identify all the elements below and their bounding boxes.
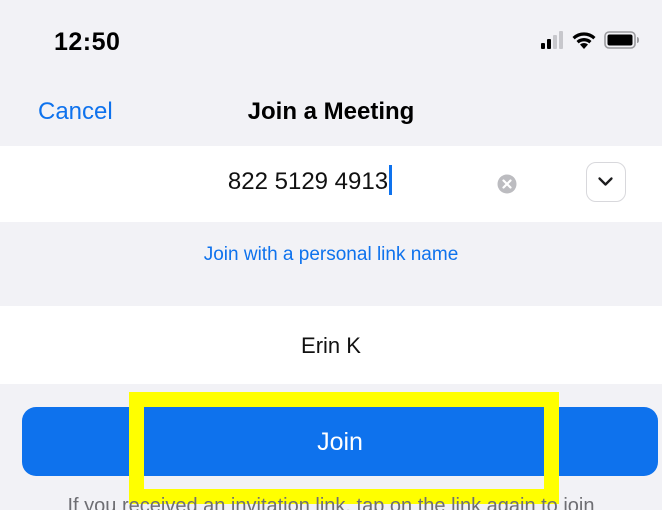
personal-link-button[interactable]: Join with a personal link name bbox=[0, 244, 662, 266]
meeting-id-input[interactable]: 822 5129 4913 bbox=[150, 165, 470, 196]
status-bar: 12:50 bbox=[0, 0, 662, 80]
text-caret bbox=[389, 165, 393, 195]
wifi-icon bbox=[572, 32, 596, 49]
meeting-id-row: 822 5129 4913 bbox=[0, 146, 662, 222]
invitation-hint: If you received an invitation link, tap … bbox=[67, 495, 595, 510]
battery-icon bbox=[604, 31, 639, 49]
status-time: 12:50 bbox=[54, 28, 121, 56]
signal-icon bbox=[541, 31, 563, 49]
join-label: Join bbox=[317, 428, 363, 456]
chevron-down-icon bbox=[598, 177, 613, 186]
join-button[interactable]: Join bbox=[22, 407, 658, 476]
page-title: Join a Meeting bbox=[247, 98, 415, 125]
meeting-history-dropdown[interactable] bbox=[586, 162, 626, 202]
name-row: Erin K bbox=[0, 306, 662, 384]
meeting-id-value: 822 5129 4913 bbox=[227, 168, 389, 195]
status-icons bbox=[540, 30, 640, 50]
nav-bar: Cancel Join a Meeting bbox=[0, 80, 662, 146]
clear-icon[interactable] bbox=[497, 174, 517, 194]
name-input[interactable]: Erin K bbox=[0, 333, 662, 359]
